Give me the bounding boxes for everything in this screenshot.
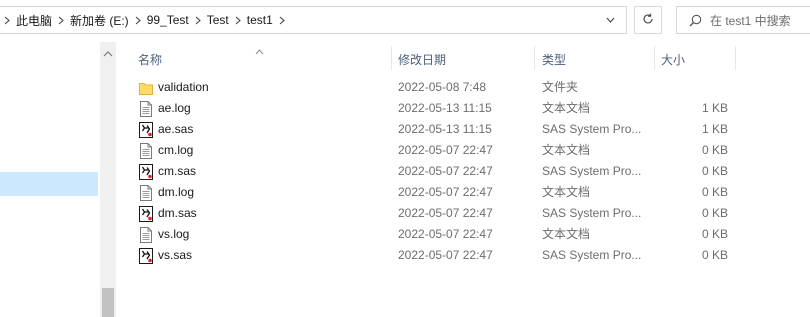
- sas-file-icon: [139, 206, 153, 222]
- file-modified-date: 2022-05-07 22:47: [398, 164, 493, 178]
- column-divider[interactable]: [735, 46, 736, 70]
- scroll-up-arrow-icon[interactable]: [103, 46, 113, 60]
- file-row[interactable]: dm.sas 2022-05-07 22:47 SAS System Pro... 0…: [135, 203, 735, 224]
- nav-selected-item[interactable]: [0, 172, 98, 196]
- breadcrumb-chevron-icon[interactable]: [0, 16, 16, 25]
- file-modified-date: 2022-05-07 22:47: [398, 206, 493, 220]
- column-header-name[interactable]: 名称: [132, 48, 388, 70]
- file-name: dm.log: [158, 185, 195, 199]
- breadcrumb-drive[interactable]: 新加卷 (E:): [70, 12, 129, 29]
- file-modified-date: 2022-05-07 22:47: [398, 248, 493, 262]
- address-bar[interactable]: 此电脑 新加卷 (E:) 99_Test Test test1: [0, 6, 627, 34]
- file-row[interactable]: vs.log 2022-05-07 22:47 文本文档 0 KB: [135, 224, 735, 245]
- breadcrumb-this-pc[interactable]: 此电脑: [16, 12, 52, 29]
- file-name: dm.sas: [158, 206, 197, 220]
- file-name: ae.log: [158, 101, 191, 115]
- file-type: 文本文档: [542, 227, 591, 241]
- file-type: SAS System Pro...: [542, 248, 642, 262]
- column-divider[interactable]: [534, 46, 535, 70]
- file-type: SAS System Pro...: [542, 164, 642, 178]
- file-row[interactable]: vs.sas 2022-05-07 22:47 SAS System Pro... 0…: [135, 245, 735, 266]
- file-row[interactable]: dm.log 2022-05-07 22:47 文本文档 0 KB: [135, 182, 735, 203]
- column-header-type[interactable]: 类型: [536, 48, 654, 70]
- file-size: 0 KB: [701, 185, 728, 199]
- address-history-dropdown-icon[interactable]: [600, 7, 620, 33]
- file-type: SAS System Pro...: [542, 206, 642, 220]
- file-row[interactable]: ae.sas 2022-05-13 11:15 SAS System Pro... 1…: [135, 119, 735, 140]
- navigation-pane[interactable]: [0, 42, 100, 317]
- file-type: 文本文档: [542, 101, 591, 115]
- text-file-icon: [139, 185, 153, 201]
- refresh-button[interactable]: [634, 6, 662, 34]
- file-modified-date: 2022-05-13 11:15: [398, 101, 492, 115]
- file-type: 文本文档: [542, 143, 591, 157]
- file-size: 0 KB: [701, 248, 728, 262]
- file-row[interactable]: validation 2022-05-08 7:48 文件夹: [135, 77, 735, 98]
- refresh-icon: [642, 13, 654, 28]
- breadcrumb-chevron-icon[interactable]: [229, 16, 247, 25]
- file-row[interactable]: cm.log 2022-05-07 22:47 文本文档 0 KB: [135, 140, 735, 161]
- search-input[interactable]: 在 test1 中搜索: [676, 6, 810, 34]
- breadcrumb-chevron-icon[interactable]: [52, 16, 70, 25]
- file-size: 0 KB: [701, 206, 728, 220]
- file-name: cm.sas: [158, 164, 197, 178]
- file-name: cm.log: [158, 143, 194, 157]
- breadcrumb-chevron-icon[interactable]: [273, 16, 291, 25]
- breadcrumb-chevron-icon[interactable]: [129, 16, 147, 25]
- sas-file-icon: [139, 122, 153, 138]
- file-size: [650, 77, 728, 98]
- breadcrumb-test[interactable]: Test: [207, 13, 229, 27]
- nav-pane-scrollbar[interactable]: [100, 42, 116, 317]
- file-name: validation: [158, 80, 209, 94]
- file-type: 文本文档: [542, 185, 591, 199]
- file-modified-date: 2022-05-07 22:47: [398, 185, 493, 199]
- file-size: 1 KB: [701, 122, 728, 136]
- file-size: 0 KB: [701, 143, 728, 157]
- breadcrumb-chevron-icon[interactable]: [189, 16, 207, 25]
- file-modified-date: 2022-05-13 11:15: [398, 122, 492, 136]
- file-modified-date: 2022-05-08 7:48: [398, 80, 487, 94]
- file-modified-date: 2022-05-07 22:47: [398, 143, 493, 157]
- file-name: vs.log: [158, 227, 190, 241]
- file-type: 文件夹: [542, 80, 579, 94]
- address-bar-row: 此电脑 新加卷 (E:) 99_Test Test test1 在 test1 …: [0, 0, 810, 42]
- text-file-icon: [139, 227, 153, 243]
- file-row[interactable]: ae.log 2022-05-13 11:15 文本文档 1 KB: [135, 98, 735, 119]
- file-list: 名称 修改日期 类型 大小 validation 2022-05-08 7:48 文…: [116, 42, 810, 317]
- file-name: ae.sas: [158, 122, 194, 136]
- file-type: SAS System Pro...: [542, 122, 642, 136]
- file-size: 0 KB: [701, 227, 728, 241]
- file-row[interactable]: cm.sas 2022-05-07 22:47 SAS System Pro... 0…: [135, 161, 735, 182]
- file-modified-date: 2022-05-07 22:47: [398, 227, 493, 241]
- search-placeholder: 在 test1 中搜索: [710, 13, 791, 28]
- text-file-icon: [139, 143, 153, 159]
- scrollbar-thumb[interactable]: [102, 288, 114, 317]
- file-name: vs.sas: [158, 248, 193, 262]
- breadcrumb-99-test[interactable]: 99_Test: [147, 13, 189, 27]
- breadcrumb-test1[interactable]: test1: [247, 13, 273, 27]
- text-file-icon: [139, 101, 153, 117]
- sas-file-icon: [139, 164, 153, 180]
- column-header-size[interactable]: 大小: [655, 48, 735, 70]
- column-header-date[interactable]: 修改日期: [392, 48, 534, 70]
- search-icon: [689, 14, 702, 27]
- sas-file-icon: [139, 248, 153, 264]
- file-size: 0 KB: [701, 164, 728, 178]
- file-size: 1 KB: [701, 101, 728, 115]
- folder-icon: [139, 80, 153, 96]
